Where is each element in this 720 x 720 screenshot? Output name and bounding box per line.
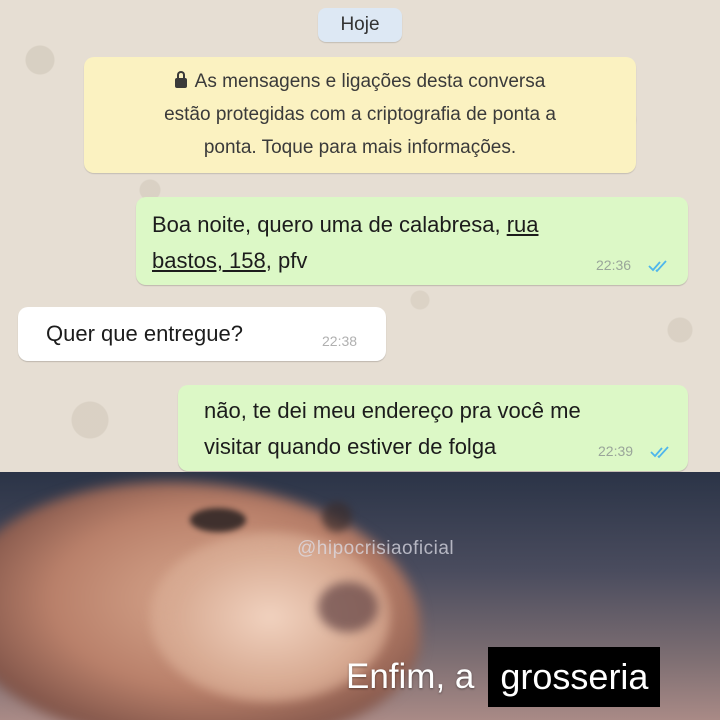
address-link[interactable]: bastos, 158 bbox=[152, 248, 266, 273]
caption-plain-text: Enfim, a bbox=[346, 657, 475, 696]
chat-area[interactable]: Hoje As mensagens e ligações desta conve… bbox=[0, 0, 720, 472]
dog-eye bbox=[190, 508, 246, 532]
message-text: Quer que entregue? bbox=[46, 321, 243, 346]
message-time: 22:38 bbox=[322, 333, 358, 349]
address-link[interactable]: rua bbox=[507, 212, 539, 237]
watermark: @hipocrisiaoficial bbox=[297, 538, 455, 559]
lock-icon bbox=[174, 71, 187, 88]
dog-nose bbox=[318, 582, 378, 632]
encryption-line-2: estão protegidas com a criptografia de p… bbox=[164, 104, 556, 125]
incoming-message[interactable]: Quer que entregue? 22:38 bbox=[18, 307, 386, 361]
dog-eye bbox=[322, 502, 352, 532]
message-time: 22:36 bbox=[596, 257, 632, 273]
read-ticks-icon bbox=[650, 446, 669, 459]
meme-caption: Enfim, a grosseria bbox=[346, 647, 661, 707]
dog-meme-image: @hipocrisiaoficial Enfim, a grosseria bbox=[0, 472, 720, 720]
meme-screenshot: Hoje As mensagens e ligações desta conve… bbox=[0, 0, 720, 720]
caption-boxed-text: grosseria bbox=[488, 647, 661, 707]
message-text: Boa noite, quero uma de calabresa, rua ba… bbox=[152, 212, 539, 273]
encryption-line-3: ponta. Toque para mais informações. bbox=[203, 137, 517, 158]
date-chip: Hoje bbox=[318, 8, 402, 42]
encryption-line-1: As mensagens e ligações desta conversa bbox=[84, 65, 636, 98]
read-ticks-icon bbox=[648, 260, 667, 273]
outgoing-message[interactable]: Boa noite, quero uma de calabresa, rua ba… bbox=[136, 197, 688, 285]
outgoing-message[interactable]: não, te dei meu endereço pra você me vis… bbox=[178, 385, 688, 471]
encryption-notice[interactable]: As mensagens e ligações desta conversa e… bbox=[84, 57, 636, 173]
message-time: 22:39 bbox=[598, 443, 634, 459]
